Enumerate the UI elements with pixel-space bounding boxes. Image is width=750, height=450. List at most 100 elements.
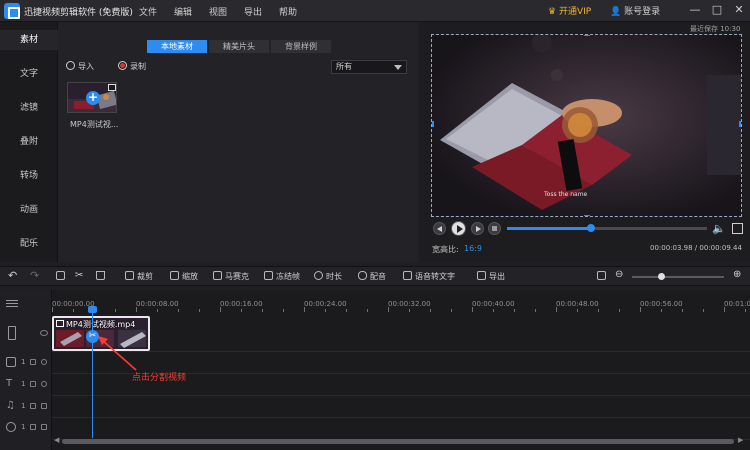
voice-track-icon [6,422,16,432]
voice-track[interactable] [52,418,750,440]
timeline-zoom-slider[interactable] [632,273,724,280]
voiceover-label: 配音 [370,272,386,281]
sidebar-item-materials[interactable]: 素材 [0,30,58,50]
zoom-button[interactable]: 缩放 [170,271,198,282]
delete-icon[interactable] [96,271,108,281]
redo-icon[interactable]: ↷ [30,269,39,282]
zoom-label: 缩放 [182,272,198,281]
frame-handle-bottom[interactable] [584,215,590,216]
menu-view[interactable]: 视图 [209,5,227,18]
lock-icon[interactable] [30,359,36,365]
speech-to-text-button[interactable]: 语音转文字 [403,271,455,282]
export-button[interactable]: 导出 [477,271,505,282]
playback-progress-bar[interactable] [507,224,707,232]
aspect-ratio-value[interactable]: 16:9 [464,244,482,253]
next-frame-button[interactable] [471,222,484,235]
freeze-frame-button[interactable]: 冻结帧 [264,271,300,282]
step-back-icon [437,226,442,232]
import-icon [66,61,75,70]
lock-icon[interactable] [30,403,36,409]
visibility-eye-icon[interactable] [40,330,48,336]
vip-button[interactable]: ♛ 开通VIP [548,4,591,17]
speaker-icon[interactable]: 🔈 [712,222,726,235]
duration-button[interactable]: 时长 [314,271,342,282]
fit-timeline-icon[interactable] [597,271,609,281]
add-track-icon[interactable] [6,300,18,301]
edit-icon[interactable] [56,271,68,281]
track-number: 1 [21,358,26,366]
close-button[interactable]: ✕ [732,3,746,17]
playback-timecode: 00:00:03.98 / 00:00:09.44 [650,244,742,252]
voiceover-button[interactable]: 配音 [358,271,386,282]
login-button[interactable]: 👤 账号登录 [610,4,660,17]
playhead-line[interactable] [92,308,93,438]
add-media-icon[interactable]: + [86,91,100,105]
frame-handle-right[interactable] [739,121,741,127]
media-thumbnail[interactable]: + [67,82,117,113]
import-button[interactable]: 导入 [66,61,94,72]
ruler-tick-label: 00:01:0 [724,300,750,308]
sidebar-item-filters[interactable]: 滤镜 [0,98,58,118]
menu-help[interactable]: 帮助 [279,5,297,18]
track-number: 1 [21,402,26,410]
scroll-left-icon[interactable]: ◀ [54,436,59,444]
crop-label: 裁剪 [137,272,153,281]
volume-icon[interactable] [41,403,47,409]
crop-button[interactable]: 裁剪 [125,271,153,282]
export-label: 导出 [489,272,505,281]
visibility-eye-icon[interactable] [41,381,47,387]
scroll-right-icon[interactable]: ▶ [738,436,743,444]
menu-export[interactable]: 导出 [244,5,262,18]
prev-frame-button[interactable] [433,222,446,235]
frame-handle-left[interactable] [432,121,434,127]
duration-label: 时长 [326,272,342,281]
visibility-eye-icon[interactable] [41,359,47,365]
timeline-scrollbar[interactable] [62,439,734,444]
scissors-icon[interactable]: ✂ [75,270,83,281]
track-number: 1 [21,380,26,388]
music-track[interactable] [52,396,750,418]
progress-knob[interactable] [587,224,595,232]
volume-icon[interactable] [41,424,47,430]
zoom-in-icon[interactable]: ⊕ [733,269,741,280]
video-frame-image: Toss the name [432,35,741,216]
aspect-ratio-label: 宽高比: [432,245,459,254]
video-preview[interactable]: Toss the name [431,34,742,217]
lock-icon[interactable] [30,424,36,430]
menu-file[interactable]: 文件 [139,5,157,18]
video-track[interactable] [52,312,750,352]
mosaic-button[interactable]: 马赛克 [213,271,249,282]
stop-button[interactable] [488,222,501,235]
music-track-icon: ♫ [6,400,15,411]
sidebar-item-transitions[interactable]: 转场 [0,166,58,186]
menu-edit[interactable]: 编辑 [174,5,192,18]
play-button[interactable] [451,221,466,236]
tab-background-samples[interactable]: 背景样例 [271,40,331,53]
tab-local-materials[interactable]: 本地素材 [147,40,207,53]
login-label: 账号登录 [624,7,661,17]
timeline-ruler[interactable]: 00:00:00.00 00:00:08.00 00:00:16.00 00:00:2… [52,295,750,312]
tab-intros[interactable]: 精美片头 [209,40,269,53]
maximize-button[interactable]: □ [710,3,724,17]
user-icon: 👤 [610,7,622,17]
undo-icon[interactable]: ↶ [8,269,17,282]
sidebar-item-overlay[interactable]: 叠附 [0,132,58,152]
zoom-slider-knob[interactable] [658,273,665,280]
minimize-button[interactable]: — [688,3,702,17]
app-logo-icon [4,3,20,19]
sidebar-item-text[interactable]: 文字 [0,64,58,84]
media-filter-select[interactable]: 所有 [331,60,407,74]
zoom-out-icon[interactable]: ⊖ [615,269,623,280]
video-track-icon [8,326,16,340]
text-track-icon: T [6,378,13,389]
fullscreen-icon[interactable] [732,223,743,234]
record-button[interactable]: 录制 [118,61,146,72]
frame-handle-top[interactable] [584,35,590,36]
media-library-panel: 本地素材 精美片头 背景样例 导入 录制 所有 + MP4测试视... [58,22,418,262]
sidebar-item-music[interactable]: 配乐 [0,234,58,254]
record-icon [118,61,127,70]
sidebar-item-animation[interactable]: 动画 [0,200,58,220]
annotation-arrow [98,336,137,371]
ruler-tick-label: 00:00:08.00 [136,300,179,308]
lock-icon[interactable] [30,381,36,387]
